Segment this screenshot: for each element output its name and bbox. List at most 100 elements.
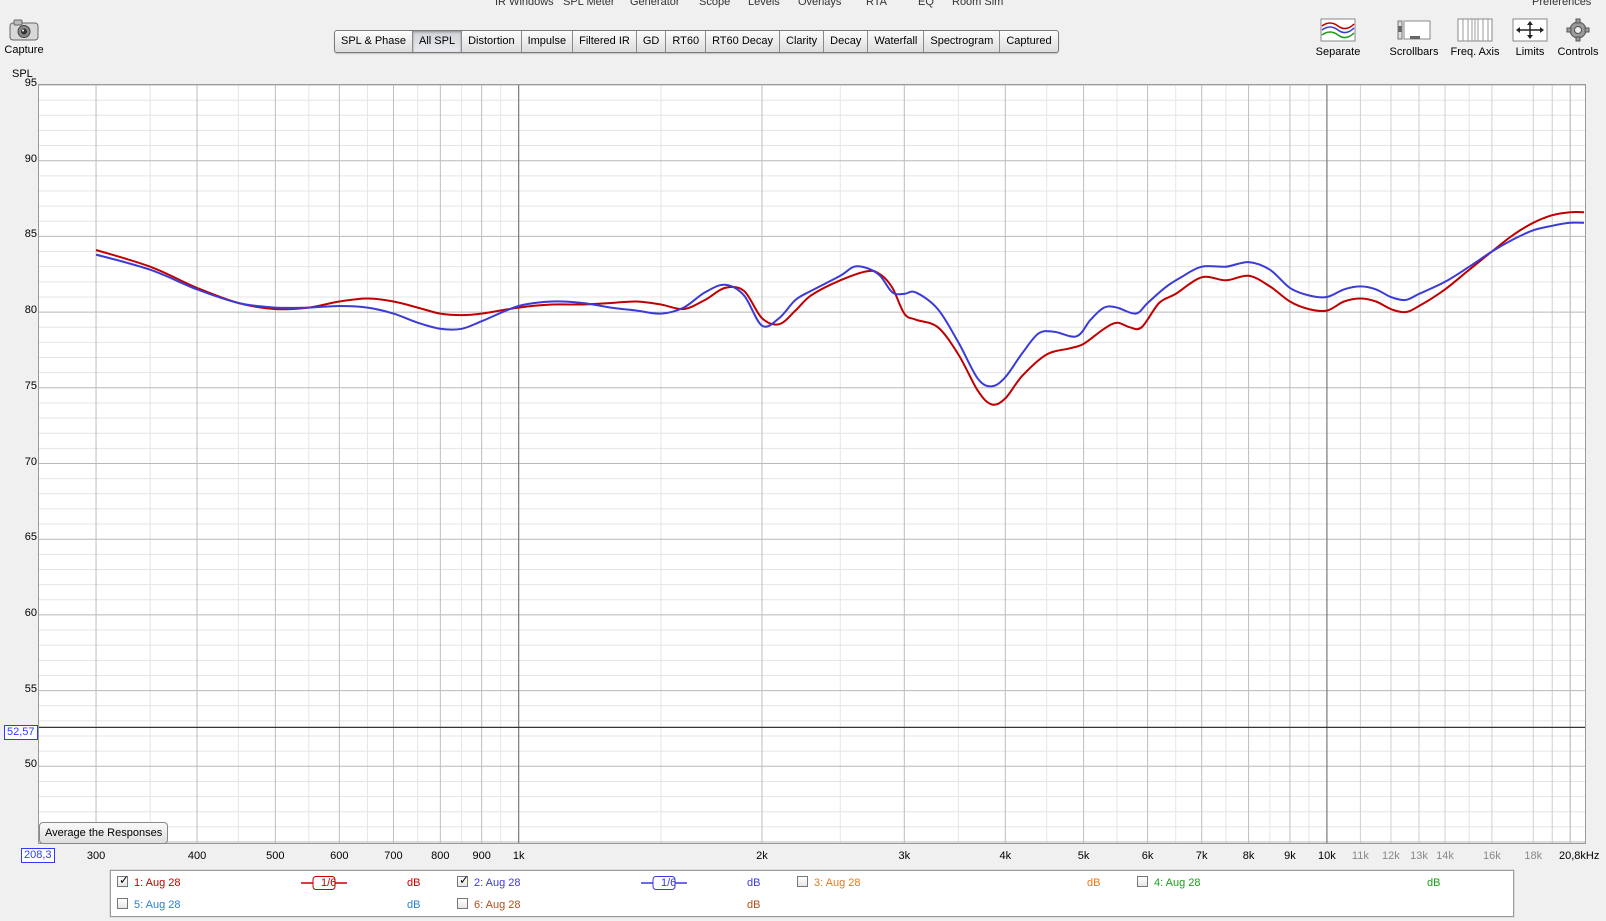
x-tick-label: 18k: [1524, 850, 1543, 862]
x-tick-label: 3k: [898, 850, 911, 862]
menu-overlays[interactable]: Overlays: [798, 0, 841, 8]
y-tick-label: 65: [24, 531, 37, 544]
scrollbars-icon: [1397, 20, 1431, 40]
checkbox-measurement-3[interactable]: [797, 876, 808, 887]
smoothing-label-2: 1/6: [661, 877, 677, 889]
y-tick-label: 70: [24, 455, 37, 468]
legend-unit-1: dB: [407, 877, 421, 889]
tab-waterfall[interactable]: Waterfall: [868, 31, 925, 52]
legend-unit-6: dB: [747, 899, 761, 911]
freq-axis-label: Freq. Axis: [1450, 46, 1500, 58]
menu-scope[interactable]: Scope: [699, 0, 730, 8]
menu-spl-meter[interactable]: SPL Meter: [563, 0, 615, 8]
y-tick-label: 85: [24, 228, 37, 241]
checkbox-measurement-2[interactable]: ✓: [457, 873, 469, 887]
legend-unit-5: dB: [407, 899, 421, 911]
x-tick-label: 14k: [1436, 850, 1454, 862]
menu-levels[interactable]: Levels: [748, 0, 780, 8]
menu-room-sim[interactable]: Room Sim: [952, 0, 1003, 8]
legend-label-5: 5: Aug 28: [134, 899, 181, 911]
y-tick-label: 95: [24, 77, 37, 89]
freq-axis-button[interactable]: Freq. Axis: [1446, 18, 1504, 58]
y-tick-label: 80: [24, 304, 37, 317]
x-tick-label: 8k: [1242, 850, 1255, 862]
major-grid: [39, 85, 1585, 843]
legend-label-6: 6: Aug 28: [474, 899, 521, 911]
graph-tabs: SPL & Phase All SPL Distortion Impulse F…: [334, 30, 1059, 53]
x-tick-label: 500: [266, 850, 285, 862]
tab-distortion[interactable]: Distortion: [462, 31, 522, 52]
x-tick-label: 6k: [1141, 850, 1154, 862]
separate-icon: [1320, 18, 1356, 42]
tab-gd[interactable]: GD: [637, 31, 667, 52]
scrollbars-label: Scrollbars: [1389, 46, 1439, 58]
y-tick-label: 55: [24, 682, 37, 695]
scrollbars-button[interactable]: Scrollbars: [1384, 18, 1444, 58]
x-tick-label: 900: [472, 850, 491, 862]
menu-eq[interactable]: EQ: [918, 0, 934, 8]
checkbox-measurement-6[interactable]: [457, 898, 468, 909]
tab-spectrogram[interactable]: Spectrogram: [924, 31, 1001, 52]
legend-label-4: 4: Aug 28: [1154, 877, 1201, 889]
tab-rt60[interactable]: RT60: [666, 31, 707, 52]
legend-label-3: 3: Aug 28: [814, 877, 861, 889]
camera-icon: [9, 19, 39, 41]
legend-label-2: 2: Aug 28: [474, 877, 521, 889]
controls-label: Controls: [1557, 46, 1599, 58]
x-tick-label: 10k: [1318, 850, 1336, 862]
cursor-y-readout: 52,57: [4, 725, 38, 740]
x-tick-label: 300: [86, 850, 106, 862]
smoothing-label-1: 1/6: [321, 877, 337, 889]
separate-label: Separate: [1315, 46, 1361, 58]
tab-clarity[interactable]: Clarity: [780, 31, 825, 52]
menu-preferences[interactable]: Preferences: [1532, 0, 1591, 8]
x-tick-label: 20,8kHz: [1558, 850, 1600, 862]
tab-captured[interactable]: Captured: [1000, 31, 1057, 52]
menu-generator[interactable]: Generator: [630, 0, 680, 8]
x-tick-label: 1k: [512, 850, 525, 862]
capture-button[interactable]: Capture: [4, 18, 44, 56]
x-tick-label: 12k: [1382, 850, 1400, 862]
cursor-x-readout: 208,3: [21, 848, 55, 863]
checkbox-measurement-1[interactable]: ✓: [117, 873, 129, 887]
measurement-legend: ✓ 1: Aug 28 1/6 dB ✓ 2: Aug 28 1/6 dB 3:…: [110, 870, 1514, 917]
legend-label-1: 1: Aug 28: [134, 877, 181, 889]
y-tick-label: 60: [24, 606, 37, 619]
x-tick-label: 4k: [999, 850, 1012, 862]
tab-rt60-decay[interactable]: RT60 Decay: [706, 31, 780, 52]
x-tick-label: 5k: [1077, 850, 1090, 862]
x-tick-label: 7k: [1195, 850, 1208, 862]
legend-unit-3: dB: [1087, 877, 1101, 889]
controls-button[interactable]: Controls: [1556, 18, 1600, 58]
checkbox-measurement-5[interactable]: [117, 898, 128, 909]
x-tick-label: 11k: [1351, 850, 1369, 862]
x-tick-label: 2k: [756, 850, 768, 862]
x-tick-label: 400: [187, 850, 207, 862]
x-tick-label: 800: [431, 850, 450, 862]
limits-button[interactable]: Limits: [1510, 18, 1550, 58]
tab-spl-phase[interactable]: SPL & Phase: [335, 31, 414, 52]
limits-label: Limits: [1515, 46, 1545, 58]
x-tick-label: 600: [330, 850, 349, 862]
y-tick-label: 50: [24, 758, 37, 771]
tab-all-spl[interactable]: All SPL: [413, 31, 463, 52]
freq-axis-icon: [1457, 18, 1493, 42]
separate-button[interactable]: Separate: [1310, 18, 1366, 58]
menu-ir-windows[interactable]: IR Windows: [495, 0, 554, 8]
y-tick-label: 75: [24, 379, 37, 392]
y-tick-label: 90: [24, 152, 37, 165]
plot-area[interactable]: [38, 84, 1586, 844]
tab-decay[interactable]: Decay: [824, 31, 869, 52]
average-responses-button[interactable]: Average the Responses: [39, 822, 169, 844]
tab-filtered-ir[interactable]: Filtered IR: [573, 31, 637, 52]
gear-icon: [1566, 18, 1590, 42]
spl-chart[interactable]: [39, 85, 1585, 843]
checkbox-measurement-4[interactable]: [1137, 876, 1148, 887]
x-tick-label: 700: [384, 850, 403, 862]
legend-unit-4: dB: [1427, 877, 1441, 889]
menu-rta[interactable]: RTA: [866, 0, 887, 8]
x-tick-label: 13k: [1410, 850, 1428, 862]
x-tick-label: 16k: [1483, 850, 1501, 862]
legend-unit-2: dB: [747, 877, 761, 889]
tab-impulse[interactable]: Impulse: [522, 31, 574, 52]
